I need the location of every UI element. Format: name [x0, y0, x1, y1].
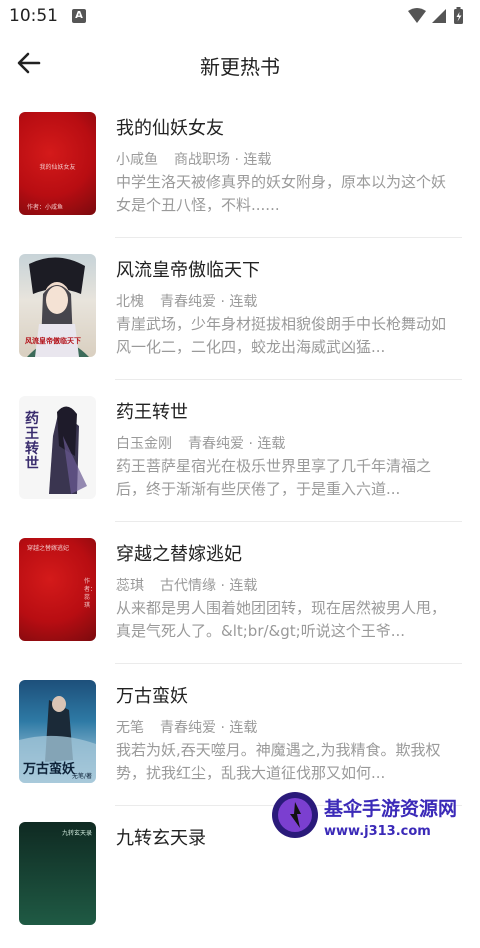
book-meta: 白玉金刚 青春纯爱 · 连载	[116, 436, 286, 452]
book-category: 古代情缘	[160, 578, 216, 594]
cover-author: 作者：小咸鱼	[27, 204, 64, 211]
book-cover[interactable]: 穿越之替嫁逃妃 作者：蕊琪	[19, 538, 96, 641]
cover-title: 万古蛮妖	[23, 762, 76, 777]
book-status: 连载	[243, 152, 272, 168]
book-status: 连载	[257, 436, 286, 452]
watermark: 基伞手游资源网 www.j313.com	[270, 786, 480, 853]
book-category: 青春纯爱	[160, 720, 216, 736]
book-title[interactable]: 万古蛮妖	[116, 682, 188, 708]
book-title[interactable]: 风流皇帝傲临天下	[116, 256, 260, 282]
status-icons	[408, 7, 463, 24]
page-title: 新更热书	[200, 55, 280, 79]
book-description: 青崖武场，少年身材挺拔相貌俊朗手中长枪舞动如风一化二，二化四，蛟龙出海威武凶猛.…	[116, 315, 447, 356]
book-author: 小咸鱼	[116, 152, 158, 168]
watermark-logo-icon	[272, 792, 318, 838]
book-meta: 小咸鱼 商战职场 · 连载	[116, 152, 272, 168]
book-item[interactable]: 万古蛮妖 无笔/著 万古蛮妖 无笔 青春纯爱 · 连载 我若为妖,吞天噬月。神魔遇…	[0, 664, 480, 806]
status-time: 10:51	[9, 6, 58, 26]
book-cover[interactable]: 我的仙妖女友 作者：小咸鱼	[19, 112, 96, 215]
book-item[interactable]: 我的仙妖女友 作者：小咸鱼 我的仙妖女友 小咸鱼 商战职场 · 连载 中学生洛天被…	[0, 96, 480, 238]
book-item[interactable]: 风流皇帝傲临天下 风流皇帝傲临天下 北槐 青春纯爱 · 连载 青崖武场，少年身材挺…	[0, 238, 480, 380]
book-status: 连载	[229, 578, 258, 594]
notification-icon: A	[72, 9, 86, 23]
book-category: 商战职场	[174, 152, 230, 168]
cover-title: 风流皇帝傲临天下	[25, 337, 81, 345]
book-description: 中学生洛天被修真界的妖女附身，原本以为这个妖女是个丑八怪，不料......	[116, 173, 447, 214]
book-status: 连载	[229, 720, 258, 736]
cover-author: 作者：蕊琪	[84, 578, 96, 609]
book-title[interactable]: 穿越之替嫁逃妃	[116, 540, 242, 566]
cover-title: 九转玄天录	[61, 830, 92, 837]
book-author: 无笔	[116, 720, 144, 736]
book-status: 连载	[229, 294, 258, 310]
wifi-icon	[408, 8, 426, 23]
book-description: 药王菩萨星宿光在极乐世界里享了几千年清福之后，终于渐渐有些厌倦了，于是重入六道.…	[116, 457, 432, 498]
book-meta: 蕊琪 古代情缘 · 连载	[116, 578, 258, 594]
book-description: 我若为妖,吞天噬月。神魔遇之,为我精食。欺我权势，扰我红尘，乱我大道征伐那又如何…	[116, 741, 441, 782]
book-category: 青春纯爱	[160, 294, 216, 310]
app-header: 新更热书	[0, 32, 480, 96]
book-title[interactable]: 我的仙妖女友	[116, 114, 224, 140]
book-item[interactable]: 药王转世 药王转世 白玉金刚 青春纯爱 · 连载 药王菩萨星宿光在极乐世界里享了几…	[0, 380, 480, 522]
cover-title: 药王转世	[25, 411, 39, 472]
signal-icon	[432, 9, 446, 23]
watermark-title: 基伞手游资源网	[324, 798, 458, 820]
book-meta: 北槐 青春纯爱 · 连载	[116, 294, 258, 310]
book-description: 从来都是男人围着她团团转，现在居然被男人甩，真是气死人了。&lt;br/&gt;…	[116, 599, 447, 640]
cover-title: 穿越之替嫁逃妃	[27, 545, 70, 552]
book-cover[interactable]: 九转玄天录	[19, 822, 96, 925]
book-author: 白玉金刚	[116, 436, 172, 452]
book-author: 蕊琪	[116, 578, 144, 594]
book-title[interactable]: 九转玄天录	[116, 824, 206, 850]
book-cover[interactable]: 药王转世	[19, 396, 96, 499]
book-author: 北槐	[116, 294, 144, 310]
book-category: 青春纯爱	[188, 436, 244, 452]
book-cover[interactable]: 万古蛮妖 无笔/著	[19, 680, 96, 783]
status-bar: 10:51 A	[0, 0, 480, 32]
book-item[interactable]: 穿越之替嫁逃妃 作者：蕊琪 穿越之替嫁逃妃 蕊琪 古代情缘 · 连载 从来都是男人…	[0, 522, 480, 664]
book-title[interactable]: 药王转世	[116, 398, 188, 424]
cover-title: 我的仙妖女友	[39, 164, 76, 171]
watermark-url: www.j313.com	[324, 824, 431, 839]
book-cover[interactable]: 风流皇帝傲临天下	[19, 254, 96, 357]
cover-author: 无笔/著	[71, 773, 92, 780]
book-meta: 无笔 青春纯爱 · 连载	[116, 720, 258, 736]
